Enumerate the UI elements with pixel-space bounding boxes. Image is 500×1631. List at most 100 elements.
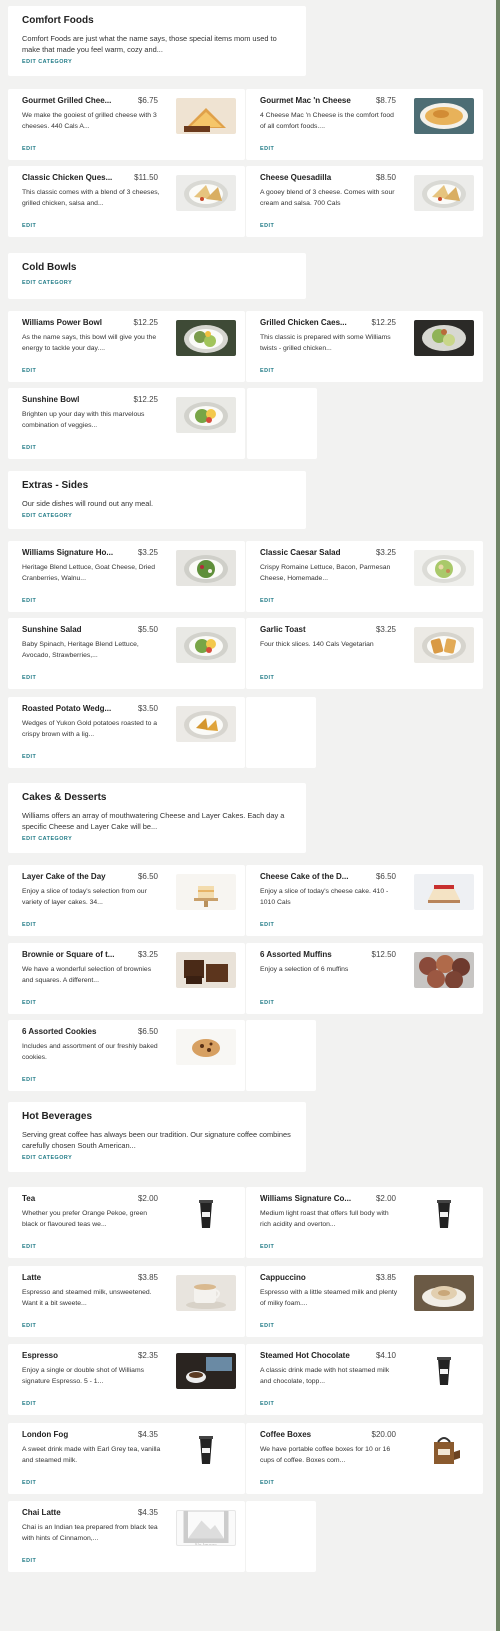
menu-item-description: Brighten up your day with this marvelous…	[22, 411, 145, 429]
empty-card-slot	[246, 1501, 316, 1572]
menu-item-card[interactable]: Classic Caesar Salad $3.25 Crispy Romaine …	[246, 541, 483, 612]
menu-item-description: We have a wonderful selection of brownie…	[22, 966, 152, 984]
menu-item-name: Latte	[22, 1273, 42, 1282]
menu-item-price: $5.50	[137, 625, 158, 634]
menu-item-name: Sunshine Salad	[22, 625, 82, 634]
menu-item-name: Sunshine Bowl	[22, 395, 80, 404]
edit-item-link[interactable]: EDIT	[22, 675, 36, 681]
menu-item-card[interactable]: Classic Chicken Ques... $11.50 This classi…	[8, 166, 245, 237]
potato-wedges-photo	[176, 706, 236, 742]
menu-item-price: $11.50	[134, 173, 158, 182]
caesar-dark-photo	[414, 320, 474, 356]
menu-item-card[interactable]: Cheese Quesadilla $8.50 A gooey blend of 3…	[246, 166, 483, 237]
edit-item-link[interactable]: EDIT	[260, 1480, 274, 1486]
menu-item-card[interactable]: Williams Signature Ho... $3.25 Heritage Bl…	[8, 541, 245, 612]
category-description: Williams offers an array of mouthwaterin…	[22, 811, 285, 831]
category-header: Cakes & Desserts Williams offers an array…	[8, 783, 306, 853]
menu-item-card[interactable]: Sunshine Bowl $12.25 Brighten up your day …	[8, 388, 245, 459]
edit-item-link[interactable]: EDIT	[260, 598, 274, 604]
edit-item-link[interactable]: EDIT	[22, 1000, 36, 1006]
power-bowl-photo	[176, 320, 236, 356]
menu-item-price: $12.25	[133, 318, 158, 327]
quesadilla-photo	[176, 175, 236, 211]
menu-item-card[interactable]: Coffee Boxes $20.00 We have portable coffe…	[246, 1423, 483, 1494]
menu-item-card[interactable]: Gourmet Grilled Chee... $6.75 We make the …	[8, 89, 245, 160]
edit-item-link[interactable]: EDIT	[22, 1558, 36, 1564]
menu-item-header: Chai Latte $4.35	[22, 1508, 158, 1517]
menu-item-name: Espresso	[22, 1351, 59, 1360]
edit-category-link[interactable]: EDIT CATEGORY	[22, 59, 292, 65]
menu-item-header: Gourmet Grilled Chee... $6.75	[22, 96, 158, 105]
edit-item-link[interactable]: EDIT	[260, 1323, 274, 1329]
edit-item-link[interactable]: EDIT	[260, 1401, 274, 1407]
menu-item-card[interactable]: 6 Assorted Cookies $6.50 Includes and asso…	[8, 1020, 245, 1091]
menu-item-card[interactable]: Cappuccino $3.85 Espresso with a little st…	[246, 1266, 483, 1337]
edit-category-link[interactable]: EDIT CATEGORY	[22, 280, 292, 286]
edit-category-link[interactable]: EDIT CATEGORY	[22, 1155, 292, 1161]
edit-item-link[interactable]: EDIT	[22, 146, 36, 152]
edit-category-link[interactable]: EDIT CATEGORY	[22, 513, 292, 519]
menu-item-card[interactable]: 6 Assorted Muffins $12.50 Enjoy a selectio…	[246, 943, 483, 1014]
edit-item-link[interactable]: EDIT	[22, 1244, 36, 1250]
edit-item-link[interactable]: EDIT	[260, 368, 274, 374]
menu-item-card[interactable]: Garlic Toast $3.25 Four thick slices. 140 …	[246, 618, 483, 689]
menu-item-card[interactable]: Latte $3.85 Espresso and steamed milk, uns…	[8, 1266, 245, 1337]
menu-item-name: 6 Assorted Muffins	[260, 950, 332, 959]
edit-category-link[interactable]: EDIT CATEGORY	[22, 836, 292, 842]
menu-item-description: Espresso with a little steamed milk and …	[260, 1289, 398, 1307]
edit-item-link[interactable]: EDIT	[260, 1000, 274, 1006]
menu-item-card[interactable]: Roasted Potato Wedg... $3.50 Wedges of Yuk…	[8, 697, 245, 768]
menu-item-card[interactable]: Brownie or Square of t... $3.25 We have a …	[8, 943, 245, 1014]
menu-item-card[interactable]: Sunshine Salad $5.50 Baby Spinach, Heritag…	[8, 618, 245, 689]
edit-item-link[interactable]: EDIT	[260, 922, 274, 928]
category-header: Extras - Sides Our side dishes will round…	[8, 471, 306, 529]
caesar-light-photo	[414, 550, 474, 586]
edit-item-link[interactable]: EDIT	[22, 223, 36, 229]
cup-photo	[414, 1196, 474, 1232]
menu-item-description: A classic drink made with hot steamed mi…	[260, 1367, 390, 1385]
menu-item-card[interactable]: Espresso $2.35 Enjoy a single or double sh…	[8, 1344, 245, 1415]
edit-item-link[interactable]: EDIT	[22, 445, 36, 451]
menu-item-description: We make the gooiest of grilled cheese wi…	[22, 112, 157, 130]
menu-item-price: $6.50	[137, 872, 158, 881]
menu-item-card[interactable]: London Fog $4.35 A sweet drink made with E…	[8, 1423, 245, 1494]
menu-item-card[interactable]: Williams Power Bowl $12.25 As the name say…	[8, 311, 245, 382]
menu-item-header: Cappuccino $3.85	[260, 1273, 396, 1282]
menu-item-header: Coffee Boxes $20.00	[260, 1430, 396, 1439]
menu-item-description: Enjoy a selection of 6 muffins	[260, 966, 349, 973]
menu-item-name: Chai Latte	[22, 1508, 61, 1517]
edit-item-link[interactable]: EDIT	[260, 1244, 274, 1250]
edit-item-link[interactable]: EDIT	[260, 223, 274, 229]
menu-item-card[interactable]: Grilled Chicken Caes... $12.25 This classi…	[246, 311, 483, 382]
edit-item-link[interactable]: EDIT	[22, 1480, 36, 1486]
menu-item-name: Cappuccino	[260, 1273, 306, 1282]
edit-item-link[interactable]: EDIT	[22, 922, 36, 928]
menu-item-card[interactable]: Gourmet Mac 'n Cheese $8.75 4 Cheese Mac '…	[246, 89, 483, 160]
menu-item-price: $3.50	[137, 704, 158, 713]
menu-item-name: 6 Assorted Cookies	[22, 1027, 97, 1036]
menu-item-card[interactable]: Cheese Cake of the D... $6.50 Enjoy a slic…	[246, 865, 483, 936]
menu-item-name: Cheese Quesadilla	[260, 173, 332, 182]
menu-item-card[interactable]: Tea $2.00 Whether you prefer Orange Pekoe,…	[8, 1187, 245, 1258]
menu-item-price: $3.25	[137, 548, 158, 557]
menu-item-header: Steamed Hot Chocolate $4.10	[260, 1351, 396, 1360]
menu-item-card[interactable]: Williams Signature Co... $2.00 Medium ligh…	[246, 1187, 483, 1258]
edit-item-link[interactable]: EDIT	[22, 598, 36, 604]
edit-item-link[interactable]: EDIT	[22, 1401, 36, 1407]
category-title: Cold Bowls	[22, 262, 77, 273]
menu-item-card[interactable]: Layer Cake of the Day $6.50 Enjoy a slice …	[8, 865, 245, 936]
menu-item-name: Classic Caesar Salad	[260, 548, 341, 557]
menu-item-description: This classic comes with a blend of 3 che…	[22, 189, 160, 207]
edit-item-link[interactable]: EDIT	[22, 1323, 36, 1329]
edit-item-link[interactable]: EDIT	[260, 675, 274, 681]
menu-item-description: Baby Spinach, Heritage Blend Lettuce, Av…	[22, 641, 139, 659]
menu-item-description: Enjoy a slice of today's cheese cake. 41…	[260, 888, 389, 906]
menu-item-card[interactable]: Chai Latte $4.35 Chai is an Indian tea pre…	[8, 1501, 245, 1572]
edit-item-link[interactable]: EDIT	[22, 368, 36, 374]
edit-item-link[interactable]: EDIT	[22, 754, 36, 760]
menu-item-price: $4.35	[137, 1430, 158, 1439]
menu-item-card[interactable]: Steamed Hot Chocolate $4.10 A classic drin…	[246, 1344, 483, 1415]
quesadilla-photo	[414, 175, 474, 211]
edit-item-link[interactable]: EDIT	[22, 1077, 36, 1083]
edit-item-link[interactable]: EDIT	[260, 146, 274, 152]
